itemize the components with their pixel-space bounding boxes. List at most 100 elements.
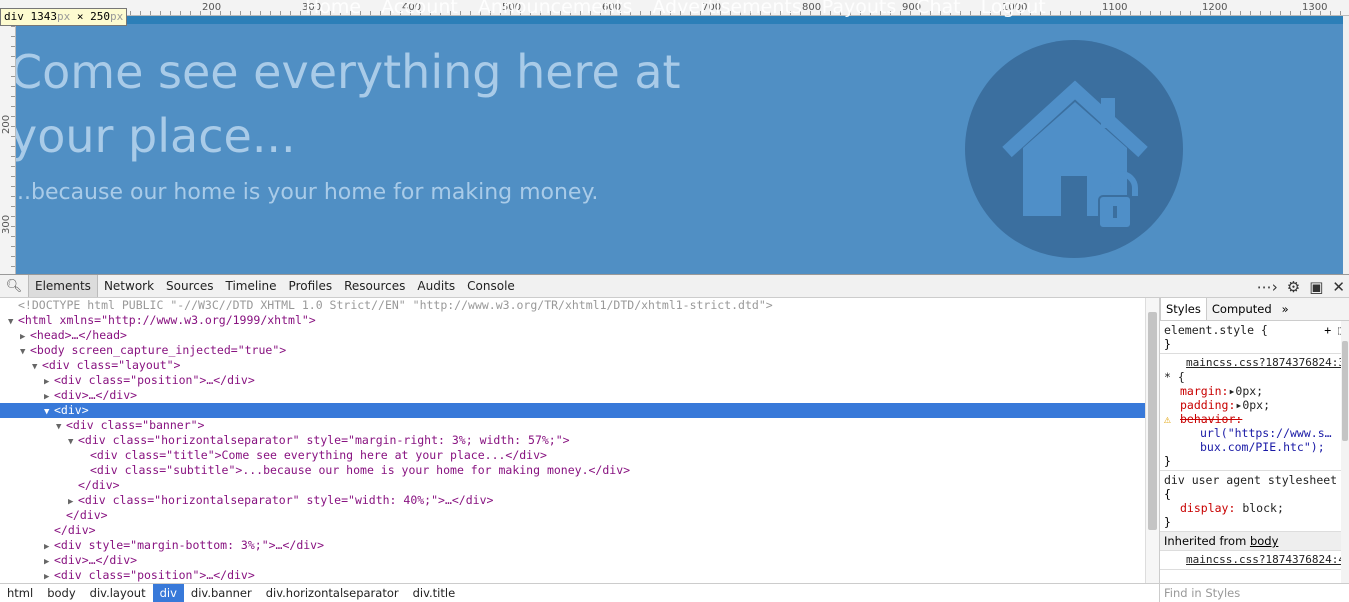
home-circle bbox=[965, 40, 1183, 258]
tooltip-times: × bbox=[76, 10, 84, 23]
crumb-div-horizontalseparator[interactable]: div.horizontalseparator bbox=[259, 584, 406, 602]
styles-scrollbar[interactable] bbox=[1341, 321, 1349, 583]
breadcrumb: html body div.layout div div.banner div.… bbox=[0, 583, 1159, 602]
dom-close[interactable]: </div> bbox=[0, 523, 1145, 538]
dom-body[interactable]: ▼ <body screen_capture_injected="true"> bbox=[0, 343, 1145, 358]
ruler-vertical: 200 300 bbox=[0, 16, 16, 274]
dom-close[interactable]: </div> bbox=[0, 478, 1145, 493]
page-viewport: Come see everything here at your place..… bbox=[0, 0, 1349, 274]
plus-icon[interactable]: + bbox=[1324, 323, 1331, 337]
page-scrollbar[interactable] bbox=[1343, 16, 1349, 274]
tooltip-tag: div bbox=[4, 10, 24, 23]
search-icon[interactable]: 🔍︎ bbox=[0, 279, 28, 294]
nav-advertisements[interactable]: Advertisements bbox=[652, 0, 801, 18]
crumb-div[interactable]: div bbox=[152, 584, 184, 602]
dom-div[interactable]: ▶ <div>…</div> bbox=[0, 388, 1145, 403]
crumb-div-banner[interactable]: div.banner bbox=[184, 584, 259, 602]
dom-position[interactable]: ▶ <div class="position">…</div> bbox=[0, 568, 1145, 583]
dom-close[interactable]: </div> bbox=[0, 508, 1145, 523]
nav-logout[interactable]: Logout bbox=[981, 0, 1046, 18]
inherited-from-link[interactable]: body bbox=[1250, 534, 1278, 548]
dom-div-selected[interactable]: ▼ <div> bbox=[0, 403, 1145, 418]
nav-account[interactable]: Account bbox=[381, 0, 458, 18]
ruler-label: 1100 bbox=[1102, 2, 1128, 13]
tab-resources[interactable]: Resources bbox=[338, 275, 411, 297]
tab-styles[interactable]: Styles bbox=[1160, 298, 1207, 320]
ruler-label: 200 bbox=[202, 2, 222, 13]
banner-subtitle: ...because our home is your home for mak… bbox=[10, 180, 599, 205]
inherited-header: Inherited from body bbox=[1160, 532, 1349, 551]
dom-hsep-2[interactable]: ▶ <div class="horizontalseparator" style=… bbox=[0, 493, 1145, 508]
scrollbar-thumb[interactable] bbox=[1342, 341, 1348, 441]
ruler-label: 200 bbox=[1, 114, 12, 134]
main-nav: Home Account Announcements Advertisement… bbox=[305, 0, 1046, 18]
elements-tree: <!DOCTYPE html PUBLIC "-//W3C//DTD XHTML… bbox=[0, 298, 1145, 583]
tooltip-unit: px bbox=[110, 10, 124, 23]
dom-position[interactable]: ▶ <div class="position">…</div> bbox=[0, 373, 1145, 388]
prop-padding[interactable]: padding:▸0px; bbox=[1164, 398, 1345, 412]
dock-icon[interactable]: ▣ bbox=[1309, 278, 1323, 296]
rule-selector: * { bbox=[1164, 370, 1185, 384]
prop-display[interactable]: display: block; bbox=[1164, 501, 1345, 515]
dom-doctype[interactable]: <!DOCTYPE html PUBLIC "-//W3C//DTD XHTML… bbox=[0, 298, 1145, 313]
nav-announcements[interactable]: Announcements bbox=[478, 0, 633, 18]
user-agent-rule[interactable]: div user agent stylesheet { display: blo… bbox=[1160, 471, 1349, 532]
home-icon bbox=[1002, 80, 1148, 229]
rule-source-link[interactable]: maincss.css?1874376824:4 bbox=[1164, 553, 1345, 567]
close-icon[interactable]: ✕ bbox=[1332, 278, 1345, 296]
tab-computed[interactable]: Computed bbox=[1207, 298, 1277, 320]
tooltip-height: 250 bbox=[90, 10, 110, 23]
dom-div[interactable]: ▶ <div>…</div> bbox=[0, 553, 1145, 568]
prop-margin[interactable]: margin:▸0px; bbox=[1164, 384, 1345, 398]
nav-payouts[interactable]: Payouts bbox=[822, 0, 897, 18]
tab-network[interactable]: Network bbox=[98, 275, 160, 297]
element-style-selector: element.style { bbox=[1164, 323, 1268, 337]
crumb-div-layout[interactable]: div.layout bbox=[83, 584, 153, 602]
dom-title[interactable]: <div class="title">Come see everything h… bbox=[0, 448, 1145, 463]
ruler-label: 1300 bbox=[1302, 2, 1328, 13]
tab-timeline[interactable]: Timeline bbox=[220, 275, 283, 297]
tab-console[interactable]: Console bbox=[461, 275, 521, 297]
dom-layout[interactable]: ▼ <div class="layout"> bbox=[0, 358, 1145, 373]
dom-html[interactable]: ▼ <html xmlns="http://www.w3.org/1999/xht… bbox=[0, 313, 1145, 328]
dom-head[interactable]: ▶ <head>…</head> bbox=[0, 328, 1145, 343]
dom-banner[interactable]: ▼ <div class="banner"> bbox=[0, 418, 1145, 433]
inherited-rule[interactable]: maincss.css?1874376824:4 bbox=[1160, 551, 1349, 570]
element-size-tooltip: div 1343px × 250px bbox=[0, 8, 128, 26]
tab-elements[interactable]: Elements bbox=[28, 275, 98, 297]
close-brace: } bbox=[1164, 337, 1171, 351]
nav-home[interactable]: Home bbox=[305, 0, 361, 18]
universal-rule[interactable]: maincss.css?1874376824:3 * { margin:▸0px… bbox=[1160, 354, 1349, 471]
toolbar-right-icons: ⋯› ⚙ ▣ ✕ bbox=[1257, 275, 1349, 298]
open-brace: { bbox=[1164, 487, 1171, 501]
rule-source-link[interactable]: maincss.css?1874376824:3 bbox=[1164, 356, 1345, 370]
scrollbar-thumb[interactable] bbox=[1148, 312, 1157, 530]
crumb-body[interactable]: body bbox=[40, 584, 82, 602]
console-toggle-icon[interactable]: ⋯› bbox=[1257, 278, 1278, 296]
devtools-toolbar: 🔍︎ Elements Network Sources Timeline Pro… bbox=[0, 275, 1349, 298]
prop-behavior[interactable]: ⚠ behavior: url("https://www.s…bux.com/PIE… bbox=[1164, 412, 1345, 454]
more-tabs-button[interactable]: » bbox=[1277, 298, 1294, 320]
element-style-rule[interactable]: element.style { + ⬚ } bbox=[1160, 321, 1349, 354]
ruler-label: 300 bbox=[1, 214, 12, 234]
find-in-styles-input[interactable]: Find in Styles bbox=[1160, 583, 1349, 602]
ua-selector: div user agent stylesheet bbox=[1164, 473, 1338, 487]
warning-icon: ⚠ bbox=[1164, 412, 1171, 426]
nav-chat[interactable]: Chat bbox=[916, 0, 960, 18]
tab-profiles[interactable]: Profiles bbox=[283, 275, 339, 297]
banner: Come see everything here at your place..… bbox=[10, 24, 1343, 274]
tab-audits[interactable]: Audits bbox=[411, 275, 461, 297]
gear-icon[interactable]: ⚙ bbox=[1287, 278, 1300, 296]
tooltip-width: 1343 bbox=[30, 10, 58, 23]
styles-pane: Styles Computed » element.style { + ⬚ } … bbox=[1159, 298, 1349, 602]
elements-scrollbar[interactable] bbox=[1145, 298, 1159, 583]
ruler-label: 1200 bbox=[1202, 2, 1228, 13]
dom-hsep-1[interactable]: ▼ <div class="horizontalseparator" style=… bbox=[0, 433, 1145, 448]
tooltip-unit: px bbox=[57, 10, 71, 23]
crumb-div-title[interactable]: div.title bbox=[406, 584, 463, 602]
dom-margin-div[interactable]: ▶ <div style="margin-bottom: 3%;">…</div> bbox=[0, 538, 1145, 553]
dom-subtitle[interactable]: <div class="subtitle">...because our hom… bbox=[0, 463, 1145, 478]
tab-sources[interactable]: Sources bbox=[160, 275, 219, 297]
crumb-html[interactable]: html bbox=[0, 584, 40, 602]
banner-title: Come see everything here at your place..… bbox=[10, 45, 681, 163]
